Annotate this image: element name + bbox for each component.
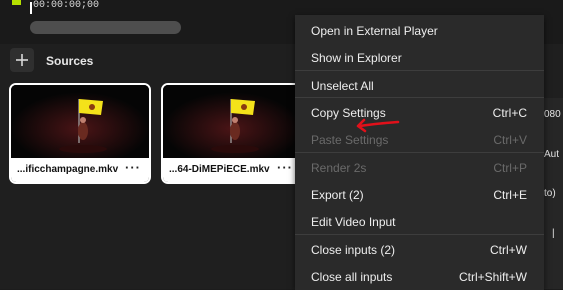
menu-item-shortcut: Ctrl+C <box>492 106 527 120</box>
menu-item-label: Edit Video Input <box>311 215 396 229</box>
menu-item-shortcut: Ctrl+E <box>493 188 527 202</box>
menu-item-shortcut: Ctrl+P <box>493 161 527 175</box>
add-source-button[interactable] <box>10 48 34 72</box>
settings-panel: 080 Aut to) | <box>543 98 563 289</box>
menu-item-label: Open in External Player <box>311 24 438 38</box>
menu-item-shortcut: Ctrl+V <box>493 133 527 147</box>
resolution-value[interactable]: 080 <box>544 109 561 120</box>
menu-item-unselect-all[interactable]: Unselect All <box>295 72 544 99</box>
menu-separator <box>295 70 544 71</box>
card-footer: ...ificchampagne.mkv ··· <box>11 158 149 182</box>
field-divider: | <box>552 228 555 239</box>
menu-item-label: Paste Settings <box>311 133 389 147</box>
auto-dropdown[interactable]: Aut <box>544 149 559 160</box>
context-menu: Open in External Player Show in Explorer… <box>295 15 544 290</box>
menu-item-shortcut: Ctrl+Shift+W <box>458 270 527 284</box>
menu-item-label: Unselect All <box>311 79 374 93</box>
source-filename: ...ificchampagne.mkv <box>17 164 119 175</box>
playhead-marker[interactable] <box>12 0 21 5</box>
menu-item-label: Render 2s <box>311 161 367 175</box>
menu-item-shortcut: Ctrl+W <box>490 243 527 257</box>
menu-item-open-external-player[interactable]: Open in External Player <box>295 17 544 44</box>
source-card[interactable]: ...64-DiMEPiECE.mkv ··· <box>161 83 303 184</box>
menu-item-label: Show in Explorer <box>311 51 402 65</box>
option-value[interactable]: to) <box>544 188 556 199</box>
source-filename: ...64-DiMEPiECE.mkv <box>169 164 270 175</box>
menu-item-close-inputs[interactable]: Close inputs (2) Ctrl+W <box>295 236 544 263</box>
source-card[interactable]: ...ificchampagne.mkv ··· <box>9 83 151 184</box>
plus-icon <box>16 54 28 66</box>
menu-separator <box>295 152 544 153</box>
menu-item-export[interactable]: Export (2) Ctrl+E <box>295 181 544 208</box>
card-footer: ...64-DiMEPiECE.mkv ··· <box>163 158 301 182</box>
more-options-icon[interactable]: ··· <box>277 160 293 175</box>
menu-item-close-all-inputs[interactable]: Close all inputs Ctrl+Shift+W <box>295 263 544 290</box>
video-thumbnail <box>163 85 301 158</box>
more-options-icon[interactable]: ··· <box>125 160 141 175</box>
playhead-caret[interactable] <box>30 2 32 14</box>
menu-item-edit-video-input[interactable]: Edit Video Input <box>295 208 544 235</box>
timeline-scrollbar[interactable] <box>30 21 181 34</box>
annotation-arrow-icon <box>356 118 400 133</box>
menu-item-label: Close all inputs <box>311 270 393 284</box>
menu-item-label: Export (2) <box>311 188 364 202</box>
timecode-display: 00:00:00;00 <box>33 0 100 11</box>
menu-item-show-in-explorer[interactable]: Show in Explorer <box>295 44 544 71</box>
menu-item-paste-settings[interactable]: Paste Settings Ctrl+V <box>295 126 544 153</box>
menu-separator <box>295 234 544 235</box>
menu-item-render[interactable]: Render 2s Ctrl+P <box>295 154 544 181</box>
menu-item-label: Close inputs (2) <box>311 243 396 257</box>
menu-separator <box>295 97 544 98</box>
video-thumbnail <box>11 85 149 158</box>
menu-item-copy-settings[interactable]: Copy Settings Ctrl+C <box>295 99 544 126</box>
sources-title: Sources <box>46 54 94 68</box>
